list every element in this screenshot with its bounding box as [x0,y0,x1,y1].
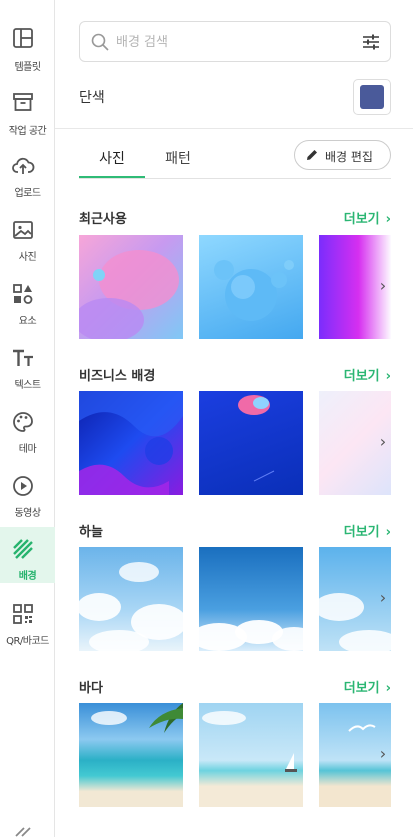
sidebar-item-label: QR/바코드 [6,636,49,647]
blue-bubbles-art [214,260,294,321]
more-label: 더보기 [343,525,380,540]
background-thumbnail[interactable] [199,391,303,495]
divider [55,128,413,129]
sidebar-item-video[interactable]: 동영상 [0,468,55,530]
app: 템플릿 작업 공간 업로드 사진 요소 텍스트 테마 동영상 배경 QR/바코드… [0,0,413,837]
background-thumbnail[interactable] [79,547,183,651]
background-thumbnail[interactable] [79,235,183,339]
sidebar-item-workspace[interactable]: 작업 공간 [0,84,55,146]
sidebar-item-elements[interactable]: 요소 [0,276,55,338]
background-thumbnail[interactable] [199,703,303,807]
blue-gradient-art [238,395,275,482]
section-title-recent: 최근사용 [79,212,127,227]
chevron-right-icon: › [385,212,391,227]
sidebar-item-label: 작업 공간 [8,126,47,137]
palette-icon [13,412,33,432]
filter-icon[interactable] [362,33,380,51]
more-label: 더보기 [343,212,380,227]
chevron-right-icon: › [385,525,391,540]
abstract-pink-art [79,250,179,339]
chevron-right-icon[interactable]: › [371,743,395,767]
edit-background-button[interactable]: 배경 편집 [294,140,391,170]
section-title-sea: 바다 [79,681,103,696]
sidebar-item-template[interactable]: 템플릿 [0,20,55,82]
template-icon [13,28,33,48]
more-label: 더보기 [343,681,380,696]
sidebar-item-qr[interactable]: QR/바코드 [0,596,55,658]
sidebar-item-photo[interactable]: 사진 [0,212,55,274]
search-icon [91,33,109,51]
more-label: 더보기 [343,369,380,384]
archive-box-icon [13,93,33,111]
sidebar-item-label: 업로드 [14,188,41,199]
background-panel: 단색 사진 패턴 배경 편집 최근사용 더보기 › [55,0,413,837]
more-link-recent[interactable]: 더보기 › [344,208,391,227]
pencil-icon [307,150,317,160]
collapse-sidebar-icon[interactable] [14,822,36,837]
search-input[interactable] [116,31,346,53]
beach-palm-art [91,703,183,733]
sidebar-item-background[interactable]: 배경 [0,527,55,583]
sidebar-item-label: 배경 [18,571,37,582]
edit-background-label: 배경 편집 [325,150,373,164]
more-link-sky[interactable]: 더보기 › [344,521,391,540]
section-title-sky: 하늘 [79,525,103,540]
solid-color-label: 단색 [79,90,105,106]
sidebar-item-label: 동영상 [14,508,41,519]
background-thumbnail[interactable] [199,235,303,339]
color-swatch [360,85,384,109]
sidebar: 템플릿 작업 공간 업로드 사진 요소 텍스트 테마 동영상 배경 QR/바코드 [0,0,55,837]
sidebar-item-text[interactable]: 텍스트 [0,340,55,402]
beach-sailboat-art [202,711,297,772]
sky-clouds-art [199,620,303,651]
sidebar-item-label: 사진 [18,252,37,263]
chevron-right-icon[interactable]: › [371,587,395,611]
sidebar-item-upload[interactable]: 업로드 [0,148,55,210]
fluid-blue-art [79,391,183,495]
background-thumbnail[interactable] [199,547,303,651]
chevron-right-icon[interactable]: › [371,431,395,455]
background-thumbnail[interactable] [79,391,183,495]
sidebar-item-label: 요소 [18,316,37,327]
qr-code-icon [13,604,33,624]
shapes-icon [13,284,33,304]
cloud-upload-icon [12,157,35,174]
section-title-business: 비즈니스 배경 [79,369,156,384]
text-icon [13,349,33,366]
search-box [79,21,391,62]
image-icon [13,221,33,239]
chevron-right-icon: › [385,369,391,384]
more-link-business[interactable]: 더보기 › [344,365,391,384]
more-link-sea[interactable]: 더보기 › [344,677,391,696]
chevron-right-icon: › [385,681,391,696]
tab-photo[interactable]: 사진 [79,148,145,178]
sidebar-item-theme[interactable]: 테마 [0,404,55,466]
play-circle-icon [13,476,33,496]
background-thumbnail[interactable] [79,703,183,807]
tab-pattern[interactable]: 패턴 [145,148,211,178]
sidebar-item-label: 테마 [18,444,37,455]
background-stripes-icon [13,539,33,559]
sidebar-item-label: 템플릿 [14,62,41,73]
chevron-right-icon[interactable]: › [371,275,395,299]
solid-color-picker[interactable] [353,79,391,115]
sky-clouds-art [79,562,183,651]
sidebar-item-label: 텍스트 [14,380,41,391]
